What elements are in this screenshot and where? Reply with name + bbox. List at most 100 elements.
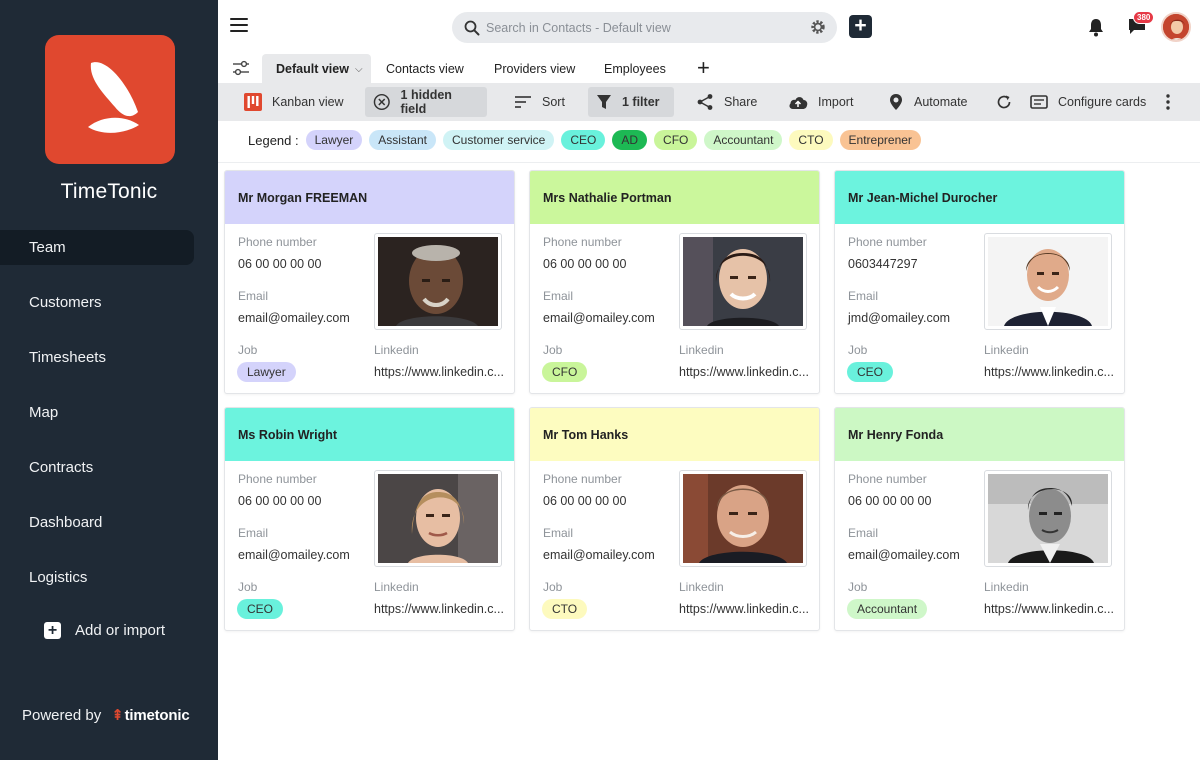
legend-chip-cfo[interactable]: CFO xyxy=(654,130,698,150)
linkedin-value[interactable]: https://www.linkedin.c... xyxy=(679,602,809,616)
tab-contacts-view[interactable]: Contacts view xyxy=(386,54,464,84)
tab-providers-view[interactable]: Providers view xyxy=(494,54,575,84)
tab-default-view[interactable]: Default view ⌵ xyxy=(262,54,371,84)
automate-button[interactable]: Automate xyxy=(880,87,976,117)
timetonic-brand-logo[interactable]: ⇞timetonic xyxy=(111,706,189,724)
divider xyxy=(218,162,1200,163)
job-badge: Lawyer xyxy=(237,362,296,382)
hidden-field-button[interactable]: 1 hidden field xyxy=(365,87,487,117)
phone-label: Phone number xyxy=(848,472,927,486)
contact-photo xyxy=(984,470,1112,567)
linkedin-value[interactable]: https://www.linkedin.c... xyxy=(984,602,1114,616)
powered-by: Powered by ⇞timetonic xyxy=(22,706,190,725)
phone-label: Phone number xyxy=(848,235,927,249)
job-badge: CEO xyxy=(237,599,284,619)
job-label: Job xyxy=(848,343,868,357)
job-label: Job xyxy=(543,343,563,357)
linkedin-label: Linkedin xyxy=(679,580,724,594)
notification-bell-icon[interactable] xyxy=(1087,17,1105,37)
email-label: Email xyxy=(848,289,879,303)
share-button[interactable]: Share xyxy=(688,87,765,117)
job-badge: CTO xyxy=(542,599,588,619)
email-value: email@omailey.com xyxy=(543,311,655,325)
refresh-button[interactable] xyxy=(988,87,1020,117)
add-new-button[interactable]: + xyxy=(849,15,872,38)
contact-photo xyxy=(984,233,1112,330)
email-label: Email xyxy=(848,526,879,540)
refresh-icon xyxy=(997,95,1011,109)
app-logo[interactable] xyxy=(45,35,175,164)
card-title: Mr Henry Fonda xyxy=(835,408,1124,461)
job-label: Job xyxy=(238,580,258,594)
card-title: Mr Morgan FREEMAN xyxy=(225,171,514,224)
linkedin-value[interactable]: https://www.linkedin.c... xyxy=(679,365,809,379)
view-settings-sliders-icon[interactable] xyxy=(232,59,250,77)
user-avatar[interactable] xyxy=(1161,12,1191,42)
add-or-import-button[interactable]: + Add or import xyxy=(44,622,165,639)
sidebar-item-dashboard[interactable]: Dashboard xyxy=(0,505,218,540)
messages-button[interactable]: 380 xyxy=(1127,11,1155,41)
sidebar-item-contracts[interactable]: Contracts xyxy=(0,450,218,485)
contact-card[interactable]: Ms Robin Wright Phone number 06 00 00 00… xyxy=(224,407,515,631)
contact-card[interactable]: Mr Morgan FREEMAN Phone number 06 00 00 … xyxy=(224,170,515,394)
phone-value: 06 00 00 00 00 xyxy=(543,257,627,271)
contact-card[interactable]: Mr Jean-Michel Durocher Phone number 060… xyxy=(834,170,1125,394)
more-options-button[interactable] xyxy=(1158,87,1178,117)
legend-chip-ceo[interactable]: CEO xyxy=(561,130,606,150)
tab-employees[interactable]: Employees xyxy=(604,54,666,84)
settings-gear-icon[interactable] xyxy=(810,19,826,35)
sidebar-item-label: Customers xyxy=(29,294,102,311)
filter-button[interactable]: 1 filter xyxy=(588,87,674,117)
job-badge: CFO xyxy=(542,362,588,382)
share-icon xyxy=(697,94,713,110)
legend-chip-lawyer[interactable]: Lawyer xyxy=(305,130,363,150)
phone-value: 06 00 00 00 00 xyxy=(848,494,932,508)
powered-by-label: Powered by xyxy=(22,706,102,724)
email-value: email@omailey.com xyxy=(238,548,350,562)
sidebar-item-logistics[interactable]: Logistics xyxy=(0,560,218,595)
configure-cards-button[interactable]: Configure cards xyxy=(1022,87,1154,117)
hidden-field-close-circle-icon xyxy=(373,93,390,111)
cloud-upload-icon xyxy=(789,96,808,109)
email-label: Email xyxy=(543,289,574,303)
sidebar-item-team[interactable]: Team xyxy=(0,230,194,265)
contact-card[interactable]: Mrs Nathalie Portman Phone number 06 00 … xyxy=(529,170,820,394)
legend-chip-ad[interactable]: AD xyxy=(612,130,648,150)
sort-icon xyxy=(515,96,531,108)
search-bar[interactable] xyxy=(452,12,837,43)
legend-chip-entreprener[interactable]: Entreprener xyxy=(839,130,921,150)
linkedin-value[interactable]: https://www.linkedin.c... xyxy=(984,365,1114,379)
linkedin-value[interactable]: https://www.linkedin.c... xyxy=(374,365,504,379)
sort-button[interactable]: Sort xyxy=(506,87,573,117)
filter-funnel-icon xyxy=(597,95,611,109)
legend-chip-customer-service[interactable]: Customer service xyxy=(442,130,555,150)
sidebar-item-label: Team xyxy=(29,239,66,256)
sidebar-item-customers[interactable]: Customers xyxy=(0,285,218,320)
contact-card[interactable]: Mr Tom Hanks Phone number 06 00 00 00 00… xyxy=(529,407,820,631)
card-title: Mr Jean-Michel Durocher xyxy=(835,171,1124,224)
email-value: email@omailey.com xyxy=(848,548,960,562)
add-view-icon[interactable]: + xyxy=(697,57,710,79)
chevron-down-icon[interactable]: ⌵ xyxy=(355,64,363,75)
kanban-view-button[interactable]: Kanban view xyxy=(236,87,352,117)
linkedin-label: Linkedin xyxy=(679,343,724,357)
import-button[interactable]: Import xyxy=(780,87,861,117)
sidebar-item-timesheets[interactable]: Timesheets xyxy=(0,340,218,375)
hamburger-menu-icon[interactable] xyxy=(230,18,248,34)
job-label: Job xyxy=(543,580,563,594)
view-tabs: Default view ⌵ Contacts view Providers vi… xyxy=(218,54,1200,84)
legend-chip-accountant[interactable]: Accountant xyxy=(704,130,783,150)
sidebar-item-map[interactable]: Map xyxy=(0,395,218,430)
email-value: email@omailey.com xyxy=(238,311,350,325)
import-label: Import xyxy=(818,95,854,109)
search-input[interactable] xyxy=(486,20,786,35)
legend-chip-assistant[interactable]: Assistant xyxy=(369,130,436,150)
legend-chip-cto[interactable]: CTO xyxy=(789,130,833,150)
linkedin-value[interactable]: https://www.linkedin.c... xyxy=(374,602,504,616)
tab-label: Contacts view xyxy=(386,62,464,76)
tab-label: Default view xyxy=(276,62,349,76)
sidebar: TimeTonic Team Customers Timesheets Map … xyxy=(0,0,218,760)
contact-card[interactable]: Mr Henry Fonda Phone number 06 00 00 00 … xyxy=(834,407,1125,631)
sort-label: Sort xyxy=(542,95,565,109)
automate-label: Automate xyxy=(914,95,968,109)
